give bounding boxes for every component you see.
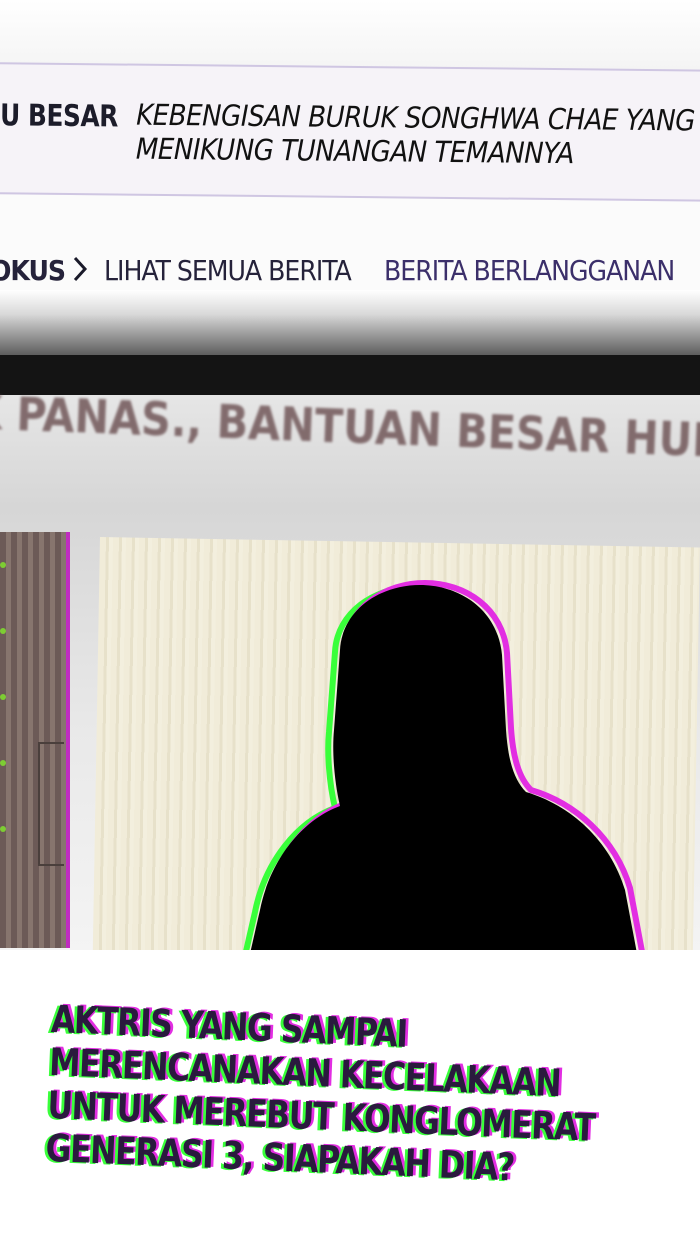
person-silhouette-icon bbox=[236, 580, 651, 980]
chevron-right-icon bbox=[72, 254, 88, 292]
thumbnail-dot bbox=[0, 628, 6, 634]
ticker-label: U BESAR bbox=[0, 98, 119, 135]
nav-item-fokus[interactable]: OKUS bbox=[0, 254, 66, 287]
side-news-thumbnail[interactable] bbox=[0, 532, 70, 948]
ticker-headline[interactable]: KEBENGISAN BURUK SONGHWA CHAE YANG MENIK… bbox=[136, 98, 700, 172]
nav-item-all-news[interactable]: LIHAT SEMUA BERITA bbox=[104, 254, 352, 287]
thumbnail-frame bbox=[38, 742, 64, 866]
story-headline[interactable]: AKTRIS YANG SAMPAI MERENCANAKAN KECELAKA… bbox=[45, 997, 640, 1195]
ticker-headline-line-2: MENIKUNG TUNANGAN TEMANNYA bbox=[135, 131, 574, 171]
breaking-news-ticker[interactable]: U BESAR KEBENGISAN BURUK SONGHWA CHAE YA… bbox=[0, 62, 700, 202]
thumbnail-dot bbox=[0, 694, 6, 700]
thumbnail-dot bbox=[0, 760, 6, 766]
thumbnail-dot bbox=[0, 826, 6, 832]
nav-item-subscribed-news[interactable]: BERITA BERLANGGANAN bbox=[384, 254, 675, 287]
top-fade bbox=[0, 0, 700, 70]
thumbnail-dot bbox=[0, 562, 6, 568]
